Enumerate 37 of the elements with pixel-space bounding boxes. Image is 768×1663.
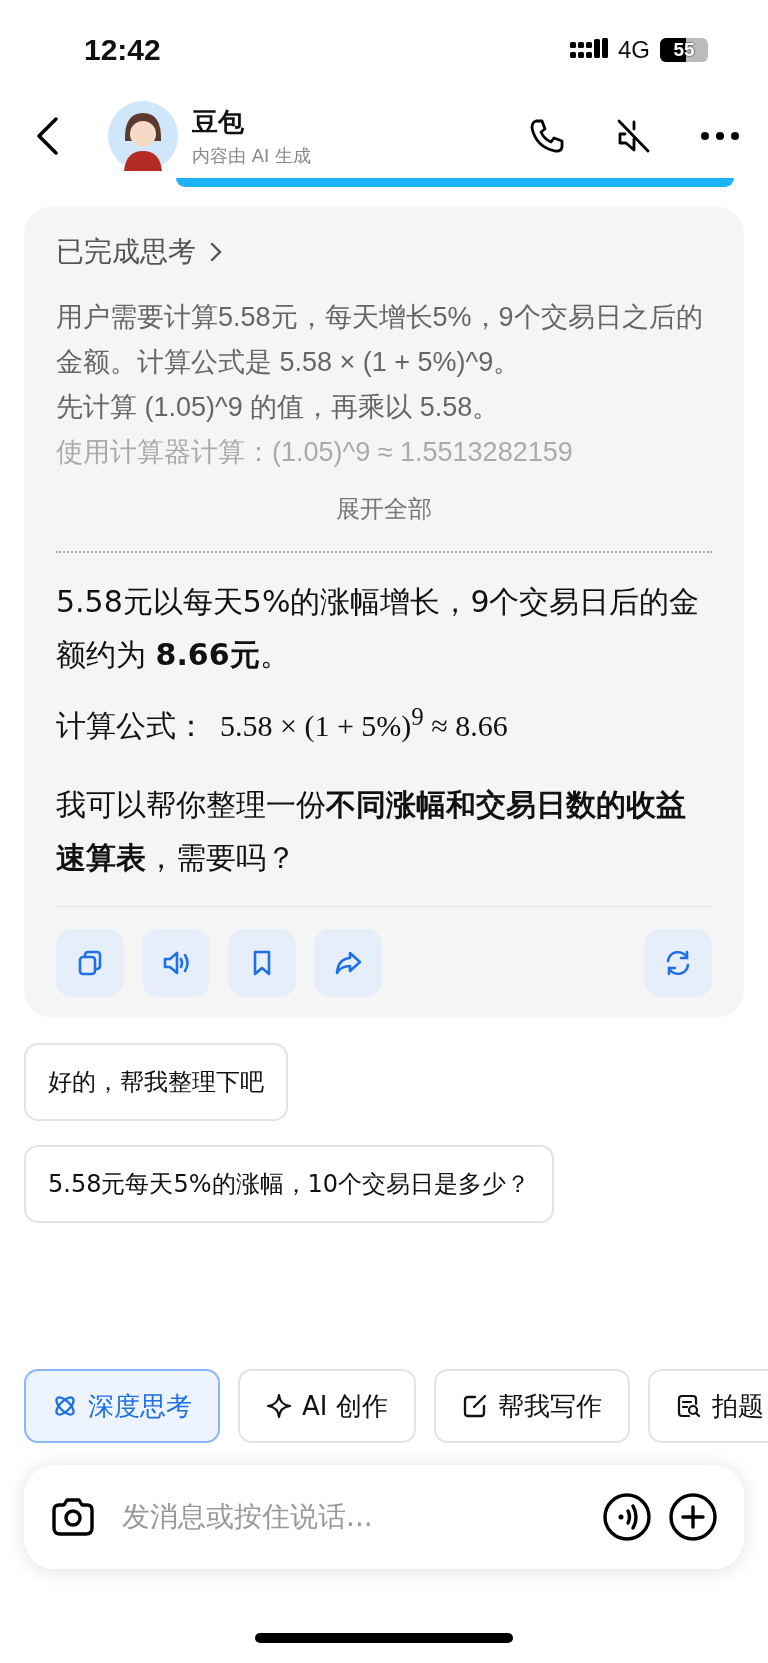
expand-all-link[interactable]: 展开全部 [336, 493, 432, 525]
avatar[interactable] [108, 101, 178, 171]
chat-subtitle: 内容由 AI 生成 [192, 143, 313, 168]
back-icon[interactable] [34, 116, 60, 156]
atom-icon [52, 1393, 78, 1419]
answer-text: 我可以帮你整理一份不同涨幅和交易日数的收益速算表，需要吗？ [56, 786, 687, 877]
chat-title: 豆包 [192, 105, 245, 139]
voice-icon[interactable] [602, 1492, 652, 1542]
read-aloud-button[interactable] [142, 929, 210, 997]
regenerate-button[interactable] [644, 929, 712, 997]
bookmark-button[interactable] [228, 929, 296, 997]
answer-text: 5.58元以每天5%的涨幅增长，9个交易日后的金额约为 8.66元。 [56, 583, 701, 674]
feature-chip[interactable]: 深度思考 [24, 1369, 220, 1443]
more-icon[interactable] [700, 131, 740, 141]
thinking-toggle[interactable]: 已完成思考 [56, 233, 712, 271]
feature-chip[interactable]: 拍题 [647, 1369, 768, 1443]
suggestion-chip[interactable]: 5.58元每天5%的涨幅，10个交易日是多少？ [24, 1145, 555, 1223]
thinking-text: 用户需要计算5.58元，每天增长5%，9个交易日之后的金额。计算公式是 5.58 × (1 + 5%)^9。 [56, 301, 704, 379]
chevron-right-icon [210, 242, 222, 262]
camera-icon[interactable] [50, 1496, 96, 1538]
input-placeholder: 发消息或按住说话... [122, 1499, 374, 1535]
thinking-text: 先计算 (1.05)^9 的值，再乘以 5.58。 [56, 391, 501, 424]
sparkle-icon [266, 1393, 292, 1419]
status-time: 12:42 [84, 33, 161, 67]
feature-chip[interactable]: AI 创作 [238, 1369, 416, 1443]
formula: 5.58 × (1 + 5%)$^{9}$ ≈ 8.66 [220, 703, 508, 743]
suggestion-chip[interactable]: 好的，帮我整理下吧 [24, 1043, 288, 1121]
network-type: 4G [618, 36, 650, 64]
add-icon[interactable] [668, 1492, 718, 1542]
copy-button[interactable] [56, 929, 124, 997]
feature-chip[interactable]: 帮我写作 [433, 1369, 630, 1443]
document-search-icon [675, 1393, 702, 1419]
phone-icon[interactable] [528, 117, 566, 155]
formula-label: 计算公式： [56, 707, 206, 745]
thinking-text: 使用计算器计算：(1.05)^9 ≈ 1.5513282159 [56, 436, 574, 469]
edit-icon [461, 1393, 488, 1419]
share-button[interactable] [314, 929, 382, 997]
